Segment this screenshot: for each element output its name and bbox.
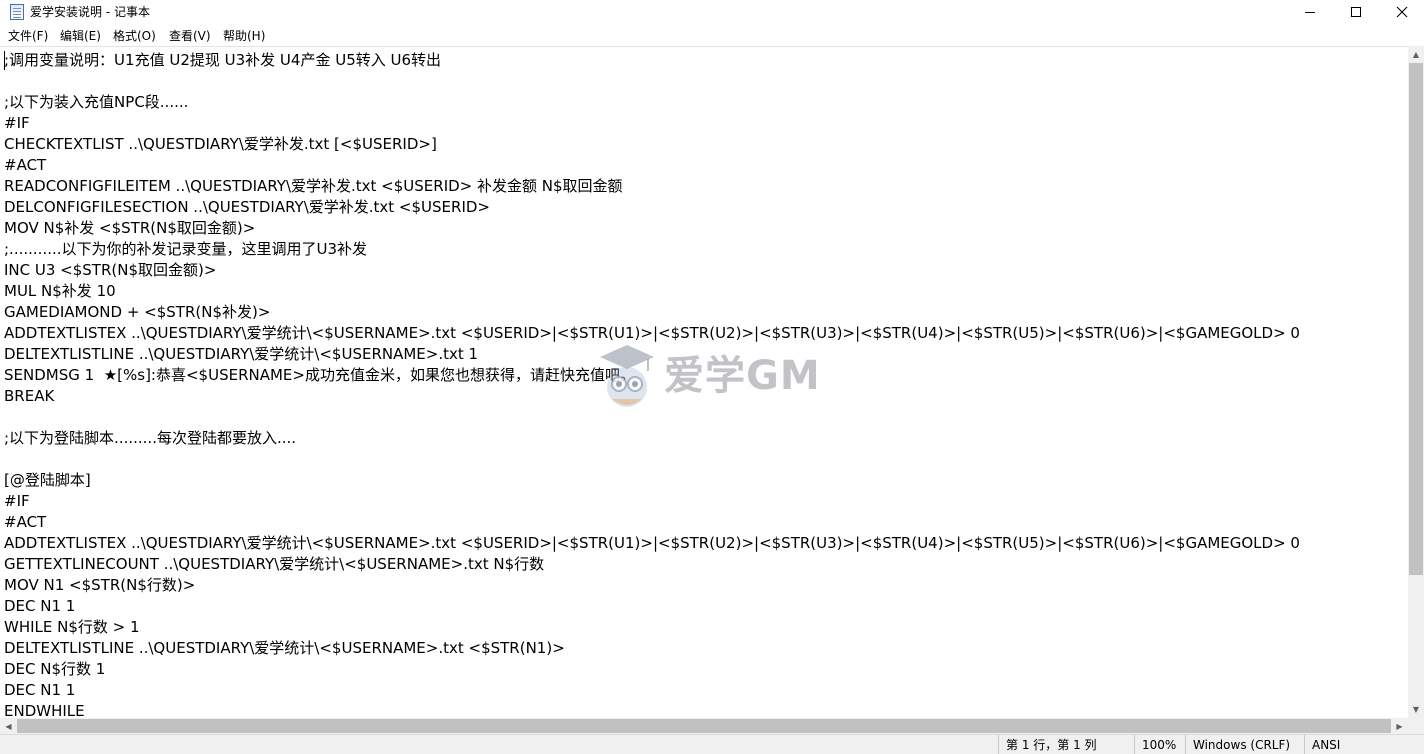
text-line: MOV N$补发 <$STR(N$取回金额)> — [4, 219, 256, 237]
text-line: CHECKTEXTLIST ..\QUESTDIARY\爱学补发.txt [<$… — [4, 135, 437, 153]
text-line: #ACT — [4, 513, 47, 531]
text-line: MOV N1 <$STR(N$行数)> — [4, 576, 196, 594]
text-line: DELTEXTLISTLINE ..\QUESTDIARY\爱学统计\<$USE… — [4, 345, 479, 363]
text-line — [4, 449, 1300, 470]
menu-edit[interactable]: 编辑(E) — [60, 28, 101, 44]
maximize-icon — [1351, 7, 1361, 17]
text-line: READCONFIGFILEITEM ..\QUESTDIARY\爱学补发.tx… — [4, 177, 623, 195]
menu-file[interactable]: 文件(F) — [8, 28, 48, 44]
text-line — [4, 71, 1300, 92]
scroll-down-icon[interactable]: ▼ — [1408, 701, 1424, 718]
scroll-right-icon[interactable]: ▶ — [1391, 718, 1408, 734]
status-line-ending: Windows (CRLF) — [1185, 735, 1304, 754]
text-line: ;调用变量说明：U1充值 U2提现 U3补发 U4产金 U5转入 U6转出 — [4, 51, 442, 69]
horizontal-scrollbar[interactable]: ◀ ▶ — [0, 718, 1408, 734]
text-editor[interactable]: ;调用变量说明：U1充值 U2提现 U3补发 U4产金 U5转入 U6转出 ;以下… — [0, 46, 1408, 718]
text-line: SENDMSG 1 ★[%s]:恭喜<$USERNAME>成功充值金米，如果您也… — [4, 366, 635, 384]
text-line: GAMEDIAMOND + <$STR(N$补发)> — [4, 303, 271, 321]
text-line: ENDWHILE — [4, 702, 85, 718]
text-line: ;以下为登陆脚本.........每次登陆都要放入.... — [4, 429, 297, 447]
text-line: ;以下为装入充值NPC段...... — [4, 93, 189, 111]
text-line: [@登陆脚本] — [4, 471, 91, 489]
text-line: GETTEXTLINECOUNT ..\QUESTDIARY\爱学统计\<$US… — [4, 555, 545, 573]
text-line: DEC N$行数 1 — [4, 660, 106, 678]
status-bar: 第 1 行，第 1 列 100% Windows (CRLF) ANSI — [0, 734, 1424, 754]
minimize-icon — [1305, 11, 1315, 13]
window-title: 爱学安装说明 - 记事本 — [30, 5, 150, 19]
scroll-left-icon[interactable]: ◀ — [0, 718, 17, 734]
status-zoom: 100% — [1134, 735, 1185, 754]
close-icon — [1396, 6, 1408, 18]
text-line — [4, 407, 1300, 428]
status-cursor-position: 第 1 行，第 1 列 — [998, 735, 1134, 754]
menu-view[interactable]: 查看(V) — [169, 28, 211, 44]
text-line: #IF — [4, 114, 30, 132]
notepad-icon — [10, 4, 24, 20]
vertical-scrollbar[interactable]: ▲ ▼ — [1408, 46, 1424, 718]
text-line: DELCONFIGFILESECTION ..\QUESTDIARY\爱学补发.… — [4, 198, 490, 216]
text-line: INC U3 <$STR(N$取回金额)> — [4, 261, 217, 279]
text-caret — [4, 51, 5, 70]
text-line: DELTEXTLISTLINE ..\QUESTDIARY\爱学统计\<$USE… — [4, 639, 565, 657]
vertical-scroll-thumb[interactable] — [1409, 63, 1423, 575]
text-line: DEC N1 1 — [4, 597, 76, 615]
text-line: WHILE N$行数 > 1 — [4, 618, 140, 636]
close-button[interactable] — [1379, 0, 1424, 24]
scroll-up-icon[interactable]: ▲ — [1408, 46, 1424, 63]
status-encoding: ANSI — [1304, 735, 1424, 754]
text-line: #IF — [4, 492, 30, 510]
text-line: MUL N$补发 10 — [4, 282, 116, 300]
menu-bar: 文件(F) 编辑(E) 格式(O) 查看(V) 帮助(H) — [0, 26, 1424, 46]
editor-content: ;调用变量说明：U1充值 U2提现 U3补发 U4产金 U5转入 U6转出 ;以下… — [4, 50, 1300, 718]
text-line: BREAK — [4, 387, 55, 405]
maximize-button[interactable] — [1333, 0, 1379, 24]
menu-help[interactable]: 帮助(H) — [223, 28, 265, 44]
text-line: ADDTEXTLISTEX ..\QUESTDIARY\爱学统计\<$USERN… — [4, 534, 1300, 552]
text-line: ;...........以下为你的补发记录变量，这里调用了U3补发 — [4, 240, 368, 258]
scrollbar-corner — [1408, 718, 1424, 734]
text-line: #ACT — [4, 156, 47, 174]
text-line: DEC N1 1 — [4, 681, 76, 699]
title-bar[interactable]: 爱学安装说明 - 记事本 — [0, 0, 1424, 24]
text-line: ADDTEXTLISTEX ..\QUESTDIARY\爱学统计\<$USERN… — [4, 324, 1300, 342]
horizontal-scroll-thumb[interactable] — [17, 719, 1391, 733]
menu-format[interactable]: 格式(O) — [113, 28, 156, 44]
minimize-button[interactable] — [1287, 0, 1333, 24]
